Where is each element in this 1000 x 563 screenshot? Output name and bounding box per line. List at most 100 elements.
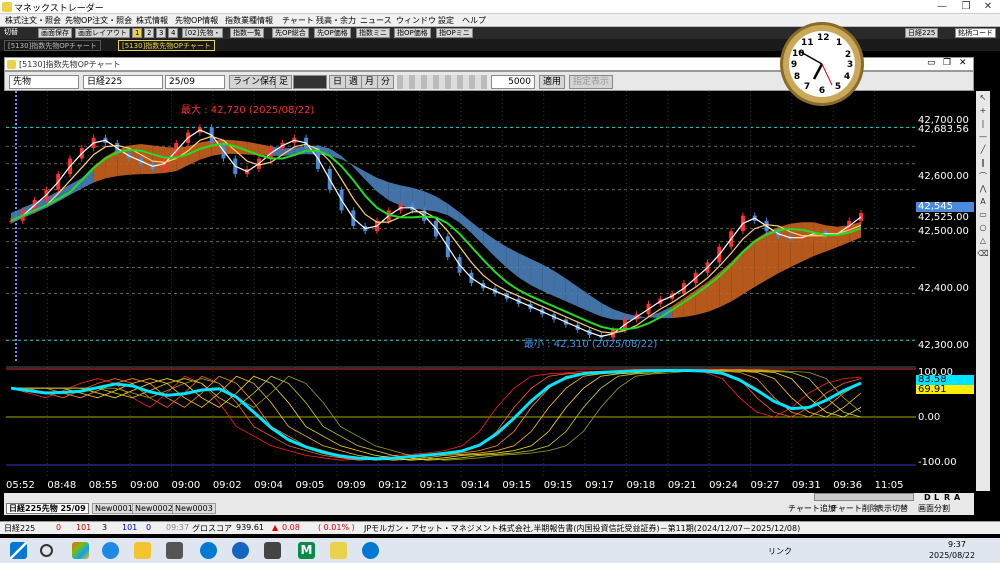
tab-new0001[interactable]: New0001 [92,503,136,514]
chart-close-icon[interactable]: ✕ [959,58,967,68]
ichimoku-cloud-segment [376,177,389,201]
status-news[interactable]: JPモルガン・アセット・マネジメント株式会社,半期報告書(内国投資信託受益証券)… [364,523,800,534]
index-mini-button[interactable]: 指数ミニ [356,28,390,38]
display-toggle-button[interactable]: 表示切替 [876,503,908,514]
index-op-mini-button[interactable]: 指OPミニ [436,28,473,38]
delete-tool-icon[interactable]: ⌫ [977,249,989,261]
trend-line-tool-icon[interactable]: ╱ [977,145,989,157]
maximize-button[interactable]: ❐ [954,0,978,14]
time-label: 08:48 [47,480,77,491]
layout-2-button[interactable]: 2 [144,28,155,38]
period-week-button[interactable]: 週 [345,75,363,89]
menu-settings[interactable]: 設定 [438,15,454,26]
time-label: 09:27 [750,480,780,491]
range-r-button[interactable]: R [944,493,950,502]
menu-window[interactable]: ウィンドウ [396,15,436,26]
menu-news[interactable]: ニュース [360,15,392,26]
windows-taskbar: M リンク 9:37 2025/08/22 [0,538,1000,563]
chart-maximize-icon[interactable]: ❐ [943,58,951,68]
status-v3: 3 [102,523,108,532]
period-minute-button[interactable]: 分 [377,75,395,89]
edge-icon[interactable] [200,542,217,559]
menu-index-info[interactable]: 指数業種情報 [225,15,273,26]
instrument-type-select[interactable]: 先物 [9,75,79,89]
layout-1-button[interactable]: 1 [132,28,143,38]
close-button[interactable]: ✕ [976,0,1000,14]
osc-axis-0: 0.00 [918,412,941,423]
save-screen-button[interactable]: 画面保存 [38,28,72,38]
time-label: 09:12 [378,480,408,491]
index-list-button[interactable]: 指数一覧 [230,28,264,38]
specified-display-button[interactable]: 指定表示 [569,75,614,89]
menu-chart[interactable]: チャート [282,15,314,26]
ichimoku-cloud-segment [565,278,578,307]
tab-chart-2[interactable]: [5130]指数先物OPチャート [118,40,215,51]
apply-button[interactable]: 適用 [539,75,566,89]
osc-fan-line [11,369,862,461]
range-a-button[interactable]: A [954,493,960,502]
ellipse-tool-icon[interactable]: ○ [977,223,989,235]
switch-button[interactable]: 切替 [2,28,20,38]
horizontal-line-tool-icon[interactable]: — [977,132,989,144]
futures-op-price-button[interactable]: 先OP価格 [314,28,351,38]
minimize-button[interactable]: — [930,0,954,14]
bar-count-input[interactable]: 5000 [491,75,535,89]
menu-stock-order[interactable]: 株式注文・照会 [5,15,61,26]
horizontal-scrollbar[interactable] [814,493,914,501]
time-label: 09:17 [585,480,614,491]
contract-month-select[interactable]: 25/09 [165,75,225,89]
fan-tool-icon[interactable]: ⋀ [977,184,989,196]
delete-chart-button[interactable]: チャート削除 [830,503,878,514]
futures-op-summary-button[interactable]: 先OP総合 [272,28,309,38]
tab-nikkei-futures[interactable]: 日経225先物 25/09 [6,503,89,514]
rectangle-tool-icon[interactable]: ▭ [977,210,989,222]
calculator-icon[interactable] [264,542,281,559]
trader-icon[interactable] [330,542,347,559]
index-op-price-button[interactable]: 指OP価格 [394,28,431,38]
period-month-button[interactable]: 月 [361,75,379,89]
browser-icon[interactable] [102,542,119,559]
ichimoku-cloud-segment [518,253,531,285]
tab-new0003[interactable]: New0003 [172,503,216,514]
period-day-button[interactable]: 日 [329,75,347,89]
range-l-button[interactable]: L [934,493,939,502]
arc-tool-icon[interactable]: ⌒ [977,171,989,183]
osc-fan-line [11,369,862,461]
start-icon[interactable] [10,542,27,559]
add-chart-button[interactable]: チャート追加 [788,503,836,514]
store-icon[interactable] [166,542,183,559]
menu-futures-order[interactable]: 先物OP注文・照会 [65,15,132,26]
tab-chart-1[interactable]: [5130]指数先物OPチャート [4,40,101,51]
edge-icon-2[interactable] [362,542,379,559]
search-icon[interactable] [40,544,53,557]
range-d-button[interactable]: D [924,493,931,502]
file-explorer-icon[interactable] [134,542,151,559]
futures-select[interactable]: [02]先物・ [182,28,224,38]
tab-new0002[interactable]: New0002 [132,503,176,514]
menu-help[interactable]: ヘルプ [462,15,486,26]
menu-futures-info[interactable]: 先物OP情報 [175,15,218,26]
channel-tool-icon[interactable]: ∥ [977,158,989,170]
text-tool-icon[interactable]: A [977,197,989,209]
copilot-icon[interactable] [72,542,89,559]
layout-3-button[interactable]: 3 [156,28,167,38]
monex-icon[interactable]: M [298,542,315,559]
layout-4-button[interactable]: 4 [168,28,179,38]
menu-balance[interactable]: 残高・余力 [316,15,356,26]
cursor-tool-icon[interactable]: ↖ [977,93,989,105]
symbol-select[interactable]: 日経225 [83,75,163,89]
triangle-tool-icon[interactable]: △ [977,236,989,248]
layout-button[interactable]: 画面レイアウト [75,28,130,38]
vertical-line-tool-icon[interactable]: | [977,119,989,131]
tray-link-label[interactable]: リンク [768,546,792,557]
crosshair-tool-icon[interactable]: + [977,106,989,118]
menu-stock-info[interactable]: 株式情報 [136,15,168,26]
ichimoku-cloud-segment [483,231,496,257]
price-chart-panel[interactable]: 最大 : 42,720 (2025/08/22) 最小 : 42,310 (20… [6,91,916,479]
split-screen-button[interactable]: 画面分割 [918,503,950,514]
app-circle-icon[interactable] [232,542,249,559]
code-input[interactable]: 銘柄コード [955,28,996,38]
interval-button[interactable]: 足 [275,75,293,89]
chart-minimize-icon[interactable]: ▭ [927,58,936,68]
interval-input[interactable] [293,75,327,89]
